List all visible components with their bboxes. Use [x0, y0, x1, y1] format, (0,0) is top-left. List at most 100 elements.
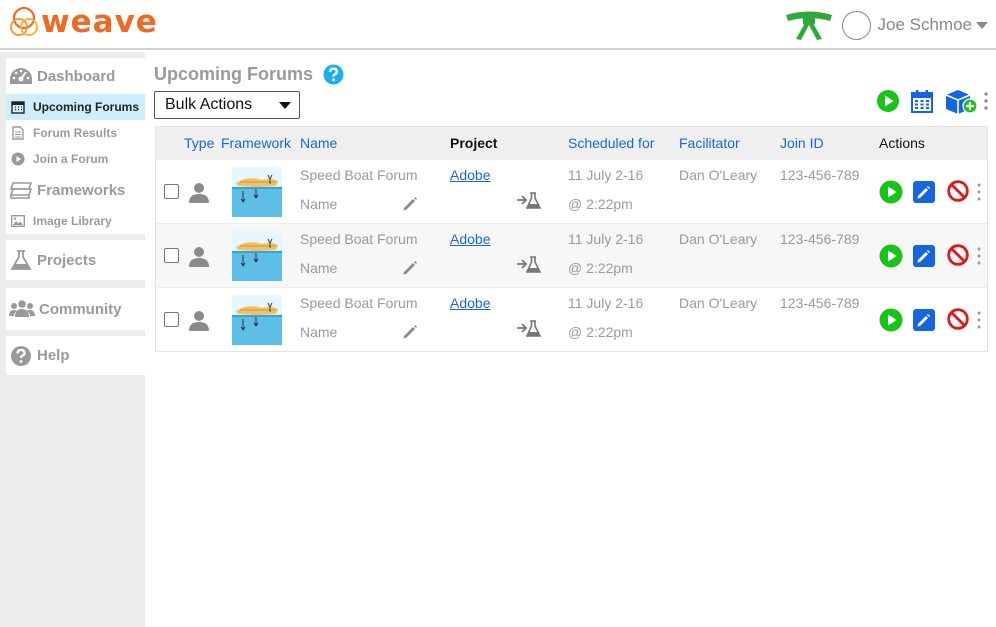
column-header-actions: Actions [879, 135, 925, 151]
project-link[interactable]: Adobe [450, 231, 490, 247]
row-checkbox[interactable] [164, 312, 179, 327]
pencil-icon[interactable] [402, 260, 418, 276]
table-row: Speed Boat Forum Name Adobe 11 July 2-16… [156, 287, 987, 351]
calendar-icon [11, 101, 25, 114]
sidebar-group-frameworks: Frameworks Image Library [6, 172, 145, 234]
sidebar-item-projects[interactable]: Projects [6, 240, 145, 280]
sidebar-item-frameworks[interactable]: Frameworks [6, 172, 145, 208]
sidebar-item-forum-results[interactable]: Forum Results [6, 120, 145, 146]
calendar-icon[interactable] [911, 89, 933, 113]
sidebar-item-image-library-label: Image Library [33, 214, 112, 228]
sidebar-item-upcoming-forums-label: Upcoming Forums [33, 100, 140, 114]
sidebar-item-help-label: Help [37, 347, 70, 364]
facilitator-name: Dan O'Leary [679, 231, 758, 247]
bulk-actions-label: Bulk Actions [165, 96, 253, 113]
forum-name-placeholder[interactable]: Name [300, 260, 337, 276]
framework-thumbnail[interactable] [232, 231, 282, 281]
play-circle-icon [11, 152, 25, 166]
forum-name-placeholder[interactable]: Name [300, 324, 337, 340]
weave-logo-icon [10, 6, 38, 36]
sidebar-item-community-label: Community [39, 300, 122, 318]
column-header-name[interactable]: Name [300, 135, 337, 151]
belt-icon [785, 11, 832, 40]
dashboard-icon [10, 68, 32, 84]
row-checkbox[interactable] [164, 184, 179, 199]
cancel-icon[interactable] [947, 244, 969, 266]
pencil-icon[interactable] [402, 196, 418, 212]
bulk-actions-select[interactable]: Bulk Actions [154, 91, 300, 119]
avatar[interactable] [841, 10, 871, 40]
image-icon [11, 215, 25, 227]
edit-icon[interactable] [913, 245, 935, 267]
sidebar-item-dashboard-label: Dashboard [37, 67, 116, 85]
toolbar-actions [865, 87, 988, 115]
sidebar-item-upcoming-forums[interactable]: Upcoming Forums [6, 94, 145, 120]
logo-text: weave [41, 4, 158, 40]
add-box-icon[interactable] [944, 87, 978, 115]
more-vertical-icon[interactable] [977, 311, 981, 329]
project-link[interactable]: Adobe [450, 167, 490, 183]
scheduled-date: 11 July 2-16 [568, 167, 644, 183]
forum-title: Speed Boat Forum [300, 167, 418, 183]
sidebar-item-join-forum-label: Join a Forum [33, 152, 109, 166]
play-icon[interactable] [879, 180, 903, 204]
user-name[interactable]: Joe Schmoe [878, 15, 973, 35]
flask-icon [10, 250, 32, 270]
sidebar-item-dashboard[interactable]: Dashboard [6, 58, 145, 94]
play-icon[interactable] [876, 89, 900, 113]
play-icon[interactable] [879, 244, 903, 268]
join-id: 123-456-789 [780, 167, 860, 183]
table-body: Speed Boat Forum Name Adobe 11 July 2-16… [156, 159, 987, 351]
framework-thumbnail[interactable] [232, 167, 282, 217]
more-vertical-icon[interactable] [977, 183, 981, 201]
assign-to-project-icon[interactable] [517, 191, 541, 211]
app-header: weave Joe Schmoe [0, 0, 996, 50]
project-link[interactable]: Adobe [450, 295, 490, 311]
column-header-scheduled[interactable]: Scheduled for [568, 135, 654, 151]
more-vertical-icon[interactable] [977, 247, 981, 265]
assign-to-project-icon[interactable] [517, 319, 541, 339]
table-header: Type Framework Name Project Scheduled fo… [156, 127, 987, 159]
join-id: 123-456-789 [780, 231, 860, 247]
column-header-type[interactable]: Type [184, 135, 214, 151]
row-checkbox[interactable] [164, 248, 179, 263]
column-header-facilitator[interactable]: Facilitator [679, 135, 740, 151]
cancel-icon[interactable] [947, 308, 969, 330]
forum-name-placeholder[interactable]: Name [300, 196, 337, 212]
sidebar-group-dashboard: Dashboard Upcoming Forums Forum Results … [6, 58, 145, 184]
help-icon[interactable] [323, 64, 344, 85]
pencil-icon[interactable] [402, 324, 418, 340]
sidebar: Dashboard Upcoming Forums Forum Results … [0, 52, 145, 627]
cancel-icon[interactable] [947, 180, 969, 202]
column-header-project: Project [450, 135, 498, 151]
column-header-join-id[interactable]: Join ID [780, 135, 824, 151]
help-circle-icon [11, 345, 31, 366]
join-id: 123-456-789 [780, 295, 860, 311]
more-vertical-icon[interactable] [984, 92, 988, 110]
sidebar-item-help-row: Help [6, 338, 70, 374]
framework-thumbnail[interactable] [232, 295, 282, 345]
facilitator-name: Dan O'Leary [679, 167, 758, 183]
facilitator-name: Dan O'Leary [679, 295, 758, 311]
sidebar-item-help[interactable]: Help [6, 336, 145, 375]
user-icon [189, 183, 209, 203]
forum-title: Speed Boat Forum [300, 231, 418, 247]
user-menu[interactable]: Joe Schmoe [784, 8, 988, 42]
frameworks-icon [9, 182, 33, 199]
sidebar-item-frameworks-label: Frameworks [37, 181, 126, 199]
edit-icon[interactable] [913, 309, 935, 331]
sidebar-item-join-forum[interactable]: Join a Forum [6, 146, 145, 172]
forums-table: Type Framework Name Project Scheduled fo… [155, 126, 988, 352]
weave-logo[interactable]: weave [9, 4, 158, 40]
community-icon [9, 300, 35, 317]
play-icon[interactable] [879, 308, 903, 332]
sidebar-item-image-library[interactable]: Image Library [6, 208, 145, 234]
chevron-down-icon[interactable] [976, 22, 988, 30]
edit-icon[interactable] [913, 181, 935, 203]
user-icon [189, 247, 209, 267]
column-header-framework[interactable]: Framework [221, 135, 291, 151]
page-title-text: Upcoming Forums [154, 64, 314, 84]
sidebar-item-community[interactable]: Community [6, 288, 145, 330]
assign-to-project-icon[interactable] [517, 255, 541, 275]
document-icon [12, 126, 24, 140]
